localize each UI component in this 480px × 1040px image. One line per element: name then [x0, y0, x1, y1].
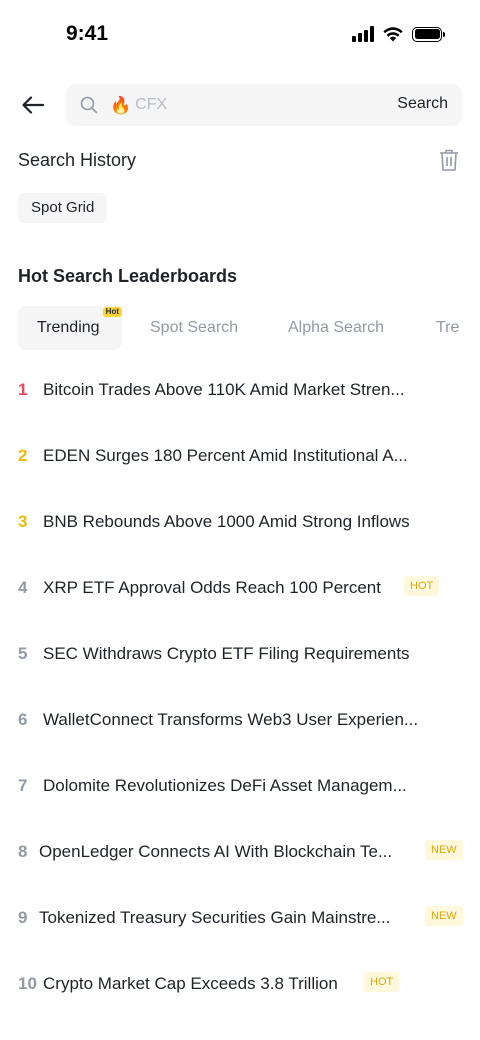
- list-item[interactable]: 8 OpenLedger Connects AI With Blockchain…: [0, 830, 480, 874]
- clear-history-button[interactable]: [438, 148, 462, 174]
- cellular-signal-icon: [352, 26, 374, 42]
- list-item[interactable]: 9 Tokenized Treasury Securities Gain Mai…: [0, 896, 480, 940]
- status-bar: 9:41: [0, 0, 480, 70]
- list-item[interactable]: 1 Bitcoin Trades Above 110K Amid Market …: [0, 368, 480, 412]
- headline-text: EDEN Surges 180 Percent Amid Institution…: [43, 446, 408, 465]
- wifi-icon: [383, 27, 403, 42]
- tab-label: Trending: [37, 319, 100, 336]
- new-tag: NEW: [425, 906, 463, 926]
- history-chip[interactable]: Spot Grid: [18, 193, 108, 223]
- headline-text: Bitcoin Trades Above 110K Amid Market St…: [43, 380, 405, 399]
- hot-tag: HOT: [404, 576, 440, 596]
- headline-text: BNB Rebounds Above 1000 Amid Strong Infl…: [43, 512, 410, 531]
- status-time: 9:41: [66, 22, 109, 45]
- battery-icon: [412, 26, 445, 42]
- headline-text: SEC Withdraws Crypto ETF Filing Requirem…: [43, 644, 410, 663]
- rank-number: 8: [18, 842, 28, 861]
- search-icon: [80, 96, 98, 114]
- headline-text: Tokenized Treasury Securities Gain Mains…: [39, 908, 391, 927]
- headline-text: OpenLedger Connects AI With Blockchain T…: [39, 842, 393, 861]
- status-icons: [352, 26, 445, 42]
- rank-number: 7: [18, 776, 28, 795]
- rank-number: 9: [18, 908, 28, 927]
- tab-label: Alpha Search: [288, 319, 385, 336]
- headline-text: Crypto Market Cap Exceeds 3.8 Trillion: [43, 974, 338, 993]
- hot-tag: HOT: [364, 972, 400, 992]
- search-input[interactable]: [135, 96, 366, 114]
- rank-number: 1: [18, 380, 28, 399]
- tab-spot-search[interactable]: Spot Search: [131, 306, 257, 350]
- list-item[interactable]: 6 WalletConnect Transforms Web3 User Exp…: [0, 698, 480, 742]
- tab-label: Tre: [436, 319, 460, 336]
- tab-trending[interactable]: Trending Hot: [18, 306, 122, 350]
- tab-alpha-search[interactable]: Alpha Search: [269, 306, 403, 350]
- list-item[interactable]: 4 XRP ETF Approval Odds Reach 100 Percen…: [0, 566, 480, 610]
- trash-icon: [440, 149, 458, 171]
- hot-search-title: Hot Search Leaderboards: [18, 266, 238, 286]
- headline-text: Dolomite Revolutionizes DeFi Asset Manag…: [43, 776, 407, 795]
- tab-truncated[interactable]: Tre: [417, 306, 462, 350]
- search-box[interactable]: 🔥 Search: [66, 84, 462, 126]
- rank-number: 5: [18, 644, 28, 663]
- rank-number: 4: [18, 578, 28, 597]
- list-item[interactable]: 3 BNB Rebounds Above 1000 Amid Strong In…: [0, 500, 480, 544]
- list-item[interactable]: 10 Crypto Market Cap Exceeds 3.8 Trillio…: [0, 962, 480, 1006]
- rank-number: 10: [18, 974, 37, 993]
- list-item[interactable]: 5 SEC Withdraws Crypto ETF Filing Requir…: [0, 632, 480, 676]
- headline-text: WalletConnect Transforms Web3 User Exper…: [43, 710, 419, 729]
- rank-number: 3: [18, 512, 28, 531]
- new-tag: NEW: [425, 840, 463, 860]
- search-submit-button[interactable]: Search: [397, 95, 448, 113]
- search-history-title: Search History: [18, 150, 137, 170]
- fire-icon: 🔥: [110, 95, 132, 115]
- rank-number: 6: [18, 710, 28, 729]
- search-row: 🔥 Search: [0, 84, 480, 126]
- list-item[interactable]: 2 EDEN Surges 180 Percent Amid Instituti…: [0, 434, 480, 478]
- back-button[interactable]: [20, 92, 46, 118]
- rank-number: 2: [18, 446, 28, 465]
- hot-badge: Hot: [102, 307, 122, 317]
- headline-text: XRP ETF Approval Odds Reach 100 Percent: [43, 578, 381, 597]
- back-arrow-icon: [22, 96, 44, 114]
- tab-label: Spot Search: [150, 319, 239, 336]
- leaderboard-tabs: Trending Hot Spot Search Alpha Search Tr…: [18, 306, 462, 352]
- list-item[interactable]: 7 Dolomite Revolutionizes DeFi Asset Man…: [0, 764, 480, 808]
